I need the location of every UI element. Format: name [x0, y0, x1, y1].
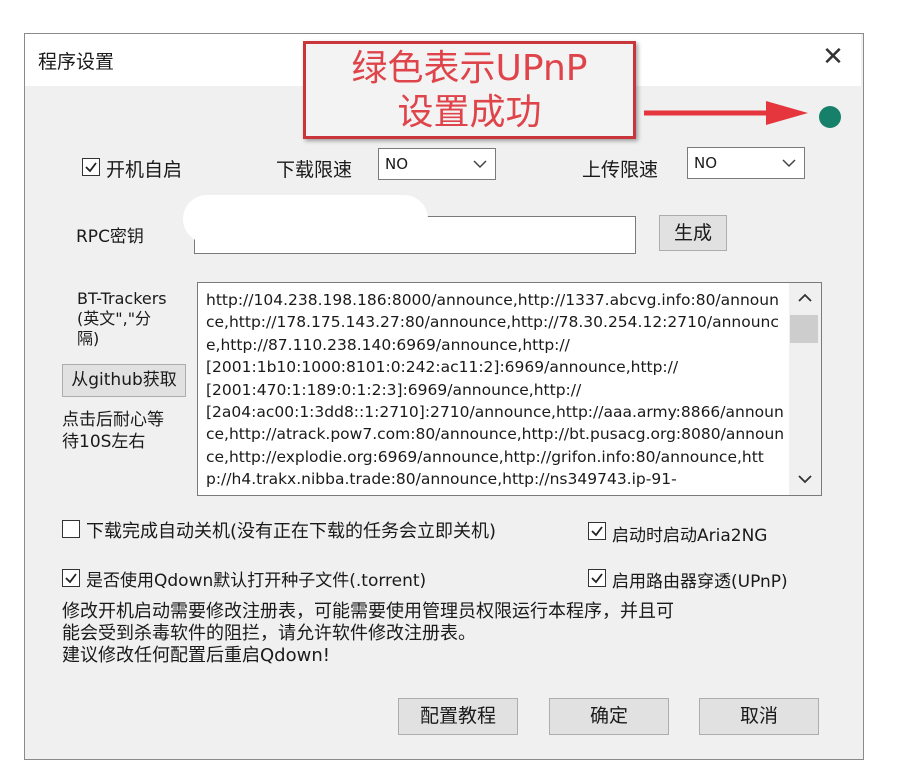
upload-limit-label: 上传限速 [582, 159, 659, 181]
default-torrent-checkbox[interactable] [62, 569, 80, 587]
close-icon[interactable]: ✕ [818, 42, 848, 72]
callout-line-1: 绿色表示UPnP [351, 48, 588, 89]
check-icon [65, 573, 77, 584]
check-icon [591, 573, 603, 584]
registry-note: 修改开机启动需要修改注册表，可能需要使用管理员权限运行本程序，并且可 能会受到杀… [62, 601, 674, 666]
cancel-button[interactable]: 取消 [699, 698, 819, 735]
redaction-blur [183, 195, 428, 243]
annotation-callout: 绿色表示UPnP 设置成功 [303, 41, 636, 139]
tutorial-button[interactable]: 配置教程 [398, 698, 518, 735]
arrow-icon [644, 101, 808, 125]
fetch-hint: 点击后耐心等 待10S左右 [62, 410, 164, 452]
scrollbar[interactable] [789, 283, 821, 495]
upload-limit-value: NO [694, 154, 718, 172]
upnp-status-dot [819, 106, 841, 128]
fetch-github-button[interactable]: 从github获取 [62, 364, 186, 397]
chevron-down-icon [782, 159, 796, 168]
check-icon [591, 526, 603, 537]
chevron-down-icon [473, 160, 487, 169]
ok-button[interactable]: 确定 [549, 698, 669, 735]
check-icon [85, 162, 97, 173]
upnp-label: 启用路由器穿透(UPnP) [612, 572, 788, 592]
startup-label: 开机自启 [106, 159, 183, 181]
scrollbar-thumb[interactable] [790, 315, 818, 343]
trackers-label: BT-Trackers (英文","分 隔) [77, 289, 167, 348]
auto-shutdown-checkbox[interactable] [62, 520, 80, 538]
callout-line-2: 设置成功 [397, 92, 542, 133]
upnp-checkbox[interactable] [588, 569, 606, 587]
default-torrent-label: 是否使用Qdown默认打开种子文件(.torrent) [86, 571, 427, 591]
scroll-up-icon[interactable] [798, 293, 812, 303]
start-aria2ng-checkbox[interactable] [588, 522, 606, 540]
upload-limit-select[interactable]: NO [687, 147, 805, 179]
download-limit-label: 下载限速 [276, 159, 353, 181]
scroll-down-icon[interactable] [798, 474, 812, 484]
start-aria2ng-label: 启动时启动Aria2NG [612, 526, 768, 546]
rpc-key-label: RPC密钥 [76, 227, 144, 247]
download-limit-value: NO [385, 155, 409, 173]
auto-shutdown-label: 下载完成自动关机(没有正在下载的任务会立即关机) [86, 521, 497, 542]
download-limit-select[interactable]: NO [378, 148, 496, 180]
startup-checkbox[interactable] [82, 158, 100, 176]
trackers-textarea[interactable]: http://104.238.198.186:8000/announce,htt… [197, 282, 822, 496]
trackers-text: http://104.238.198.186:8000/announce,htt… [206, 291, 785, 489]
dialog-title: 程序设置 [38, 51, 115, 73]
generate-button[interactable]: 生成 [659, 215, 727, 251]
